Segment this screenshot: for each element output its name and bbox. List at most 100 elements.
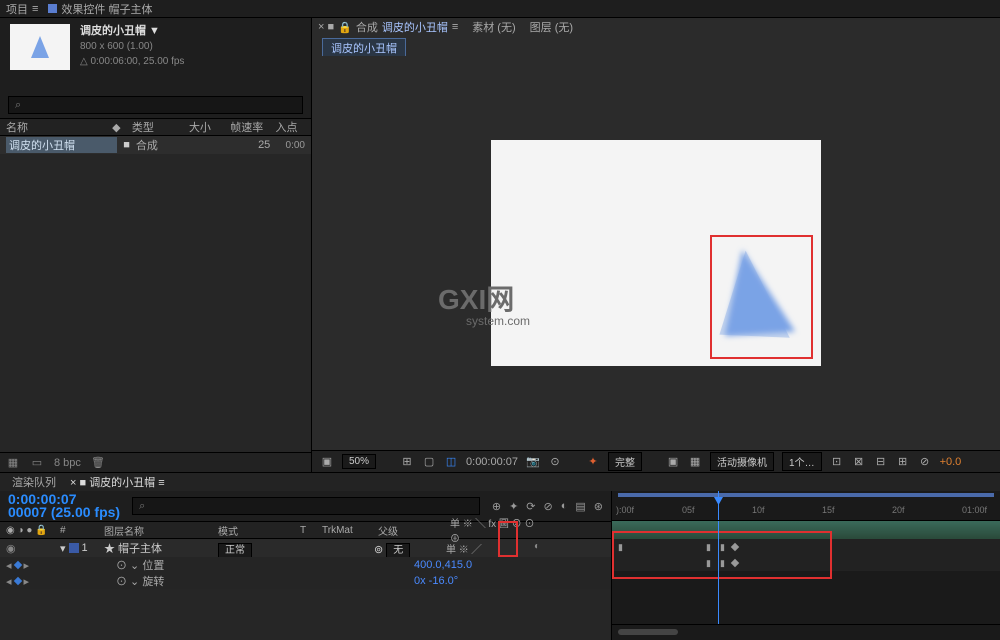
property-row-position[interactable]: ◂ ▸ ⊙ ⌄ 位置 400.0,415.0 — [0, 557, 611, 573]
viewer-tab-composition[interactable]: × ■ 🔒 合成 调皮的小丑帽 ≡ — [318, 19, 458, 35]
col-trkmat[interactable]: TrkMat — [322, 525, 374, 536]
work-area-bar[interactable] — [618, 493, 994, 497]
layer-switches[interactable]: 単 ※ ╱ ◐ — [446, 541, 538, 556]
prev-keyframe-icon[interactable]: ◂ — [6, 559, 12, 572]
current-time-display[interactable]: 0:00:00:07 — [466, 456, 518, 468]
roi-icon[interactable]: ▣ — [666, 455, 680, 468]
timeline-layer-row[interactable]: ◉ ▾1 ★ 帽子主体 正常 ⊚ 无 単 ※ ╱ ◐ — [0, 539, 611, 557]
viewer-tab-layer[interactable]: 图层 (无) — [530, 19, 573, 35]
parent-dropdown[interactable]: 无 — [386, 543, 410, 558]
keyframe-track-rotation[interactable]: ▮ ▮ — [612, 555, 1000, 571]
time-ruler[interactable]: ):00f 05f 10f 15f 20f 01:00f — [612, 491, 1000, 521]
keyframe-icon[interactable]: ▮ — [706, 558, 711, 569]
views-dropdown[interactable]: 1个… — [782, 452, 822, 471]
viewer-tab-footage[interactable]: 素材 (无) — [472, 19, 515, 35]
tab-timeline-comp[interactable]: × ■ 调皮的小丑帽 ≡ — [70, 474, 165, 490]
col-tag[interactable]: ◆ — [112, 121, 126, 134]
frame-blend-icon[interactable]: ⊘ — [544, 500, 553, 513]
keyframe-icon[interactable]: ▮ — [706, 542, 711, 553]
keyframe-icon[interactable]: ▮ — [618, 542, 623, 553]
keyframe-icon[interactable]: ▮ — [720, 558, 725, 569]
col-inpoint[interactable]: 入点 — [276, 119, 305, 135]
zoom-slider-handle[interactable] — [618, 629, 678, 635]
col-parent[interactable]: 父级 — [378, 523, 446, 538]
col-number[interactable]: # — [60, 525, 100, 536]
comp-flowchart-tab[interactable]: 调皮的小丑帽 — [322, 38, 406, 58]
parent-pickwhip-icon[interactable]: ⊚ — [374, 544, 383, 556]
camera-dropdown[interactable]: 活动摄像机 — [710, 452, 774, 471]
property-position-value[interactable]: 400.0,415.0 — [414, 559, 472, 571]
pixel-aspect-icon[interactable]: ⊡ — [830, 455, 844, 468]
col-mode[interactable]: 模式 — [218, 523, 296, 538]
keyframe-icon[interactable] — [731, 559, 739, 567]
keyframe-icon[interactable]: ▮ — [720, 542, 725, 553]
draft-3d-icon[interactable]: ✦ — [509, 500, 518, 513]
lock-icon[interactable]: 🔒 — [338, 21, 352, 34]
add-keyframe-icon[interactable] — [13, 561, 21, 569]
channel-icon[interactable]: ✦ — [586, 455, 600, 468]
canvas-area[interactable] — [312, 56, 1000, 450]
keyframe-track-position[interactable]: ▮ ▮ ▮ — [612, 539, 1000, 555]
layer-name[interactable]: ★ 帽子主体 — [104, 540, 214, 556]
hat-shape[interactable] — [711, 244, 801, 354]
trash-icon[interactable]: 🗑 — [91, 456, 105, 469]
col-size[interactable]: 大小 — [189, 119, 224, 135]
folder-icon[interactable]: ▭ — [30, 456, 44, 469]
exposure-reset-icon[interactable]: ⊘ — [918, 455, 932, 468]
timeline-button-icon[interactable]: ⊟ — [874, 455, 888, 468]
motion-blur-icon[interactable]: ◐ — [561, 500, 568, 513]
project-item-row[interactable]: 调皮的小丑帽 ■ 合成 25 0:00 — [0, 136, 311, 154]
interpret-footage-icon[interactable]: ▦ — [6, 456, 20, 469]
prev-keyframe-icon[interactable]: ◂ — [6, 575, 12, 588]
col-type[interactable]: 类型 — [132, 119, 183, 135]
twirl-icon[interactable]: ▾ — [60, 542, 66, 555]
blend-mode-dropdown[interactable]: 正常 — [218, 543, 252, 558]
composition-canvas[interactable] — [491, 140, 821, 366]
project-item-name[interactable]: 调皮的小丑帽 — [6, 137, 117, 153]
video-toggle-icon[interactable]: ◉ — [6, 542, 16, 555]
col-t[interactable]: T — [300, 525, 318, 536]
composition-thumbnail[interactable] — [10, 24, 70, 70]
timeline-search-input[interactable] — [132, 497, 480, 515]
property-row-rotation[interactable]: ◂ ▸ ⊙ ⌄ 旋转 0x -16.0° — [0, 573, 611, 589]
property-rotation-value[interactable]: 0x -16.0° — [414, 575, 458, 587]
next-keyframe-icon[interactable]: ▸ — [24, 575, 30, 588]
exposure-value[interactable]: +0.0 — [940, 456, 962, 468]
property-rotation-label[interactable]: ⊙ ⌄ 旋转 — [60, 573, 260, 589]
comp-title[interactable]: 调皮的小丑帽 ▼ — [80, 24, 184, 39]
keyframe-icon[interactable] — [731, 543, 739, 551]
guides-icon[interactable]: ▢ — [422, 455, 436, 468]
magnification-dropdown[interactable]: 50% — [342, 454, 376, 469]
layer-color-icon[interactable] — [69, 543, 79, 553]
tab-project[interactable]: 项目 ≡ — [6, 1, 38, 17]
project-search-input[interactable] — [8, 96, 303, 114]
col-name[interactable]: 名称 — [6, 119, 106, 135]
transparency-grid-icon[interactable]: ▦ — [688, 455, 702, 468]
show-snapshot-icon[interactable]: ⊙ — [548, 455, 562, 468]
layer-duration-bar[interactable] — [612, 521, 1000, 539]
tab-render-queue[interactable]: 渲染队列 — [12, 474, 56, 490]
col-layer-name[interactable]: 图层名称 — [104, 523, 214, 538]
current-time-indicator-playhead[interactable] — [718, 491, 719, 520]
track-area[interactable]: ▮ ▮ ▮ ▮ ▮ — [612, 521, 1000, 624]
resolution-dropdown[interactable]: 完整 — [608, 452, 642, 471]
fast-preview-icon[interactable]: ⊠ — [852, 455, 866, 468]
magnify-icon[interactable]: ▣ — [320, 455, 334, 468]
col-framerate[interactable]: 帧速率 — [230, 119, 269, 135]
comp-mini-flowchart-icon[interactable]: ⊕ — [492, 500, 501, 513]
flowchart-icon[interactable]: ⊞ — [896, 455, 910, 468]
brainstorm-icon[interactable]: ⊛ — [594, 500, 603, 513]
property-position-label[interactable]: ⊙ ⌄ 位置 — [60, 557, 260, 573]
mask-icon[interactable]: ◫ — [444, 455, 458, 468]
tab-effect-controls[interactable]: 效果控件 帽子主体 — [48, 1, 152, 17]
next-keyframe-icon[interactable]: ▸ — [24, 559, 30, 572]
graph-editor-icon[interactable]: ▤ — [575, 500, 585, 513]
shy-icon[interactable]: ⟳ — [526, 500, 535, 513]
motion-blur-layer-icon[interactable]: ◐ — [534, 541, 540, 552]
playhead-line[interactable] — [718, 521, 719, 624]
grid-icon[interactable]: ⊞ — [400, 455, 414, 468]
bit-depth-button[interactable]: 8 bpc — [54, 457, 81, 469]
snapshot-icon[interactable]: 📷 — [526, 455, 540, 468]
panel-menu-icon[interactable]: ≡ — [32, 3, 38, 15]
add-keyframe-icon[interactable] — [13, 577, 21, 585]
